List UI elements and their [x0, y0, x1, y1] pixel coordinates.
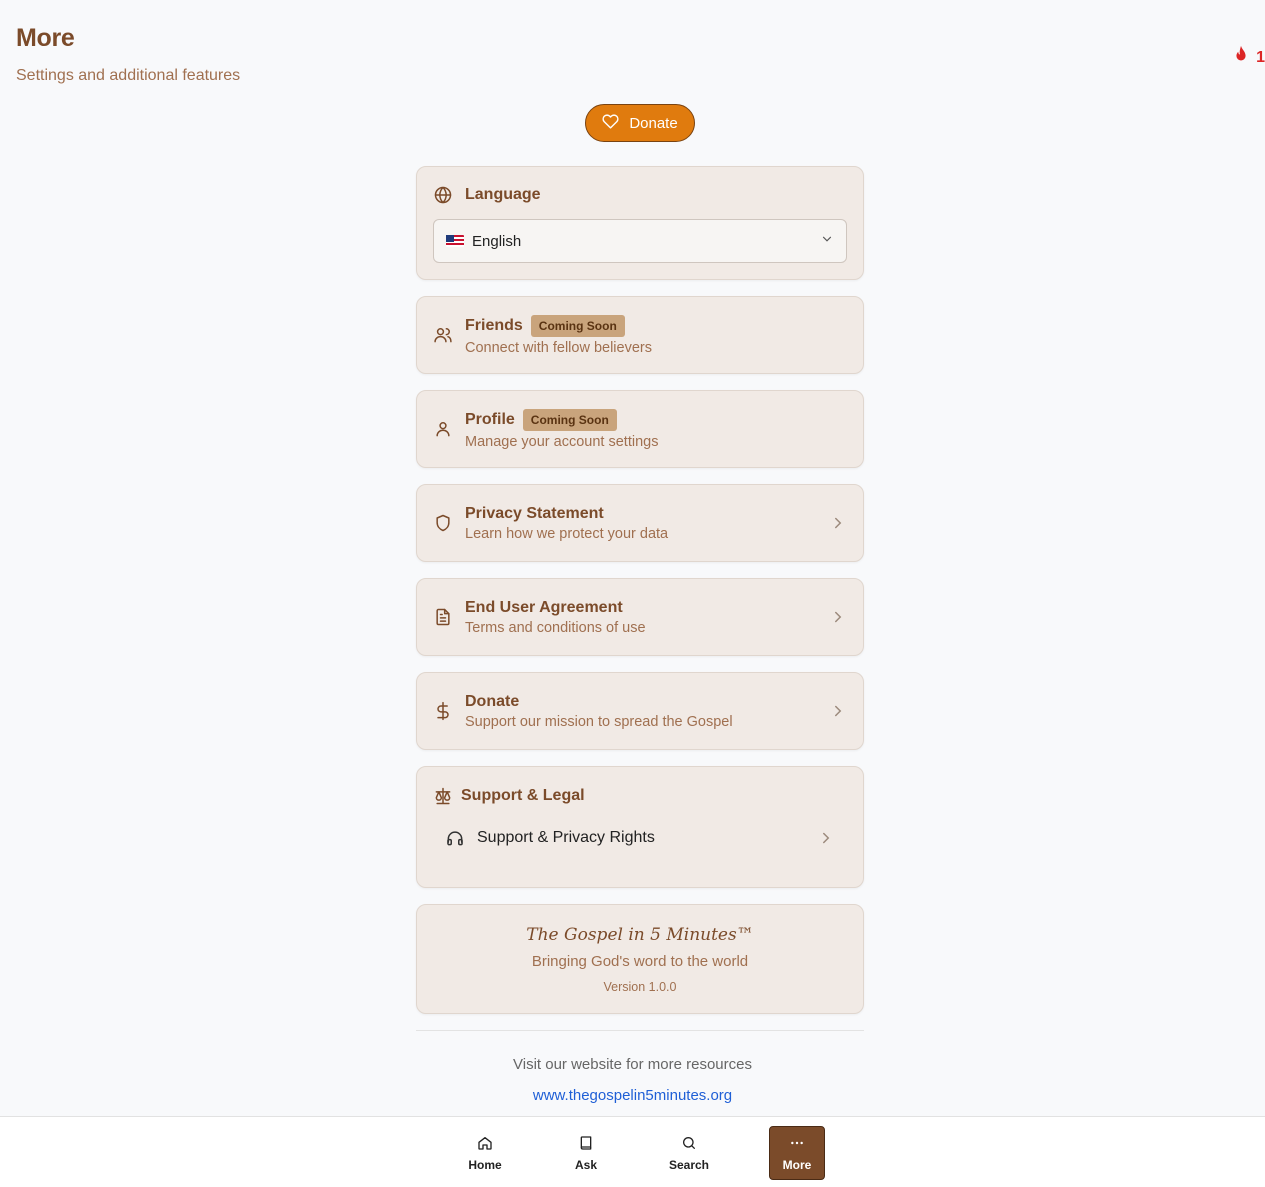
nav-more[interactable]: More: [769, 1126, 825, 1180]
home-icon: [477, 1135, 493, 1154]
coming-soon-badge: Coming Soon: [530, 314, 625, 337]
language-title: Language: [465, 186, 541, 203]
document-icon: [433, 607, 453, 627]
donate-button[interactable]: Donate: [585, 104, 695, 142]
chevron-right-icon: [817, 829, 835, 847]
website-link[interactable]: www.thegospelin5minutes.org: [0, 1087, 1265, 1104]
support-legal-card: Support & Legal Support & Privacy Rights: [416, 766, 864, 888]
scale-icon: [433, 786, 453, 806]
language-card: Language English: [416, 166, 864, 280]
bottom-nav: Home Ask Search More: [0, 1116, 1265, 1187]
chevron-right-icon: [829, 608, 847, 626]
headphones-icon: [445, 828, 465, 848]
about-card: The Gospel in 5 Minutes™ Bringing God's …: [416, 904, 864, 1014]
page-title: More: [16, 24, 75, 52]
visit-text: Visit our website for more resources: [513, 1056, 752, 1073]
support-legal-title: Support & Legal: [461, 787, 585, 804]
friends-desc: Connect with fellow believers: [465, 339, 652, 356]
coming-soon-badge: Coming Soon: [522, 408, 617, 431]
donate-card-title: Donate: [465, 692, 520, 710]
privacy-statement-card[interactable]: Privacy Statement Learn how we protect y…: [416, 484, 864, 562]
chevron-down-icon: [820, 232, 834, 250]
donate-card-desc: Support our mission to spread the Gospel: [465, 713, 733, 730]
dollar-icon: [433, 701, 453, 721]
friends-title: Friends: [465, 316, 523, 334]
flame-icon: [1230, 44, 1252, 71]
streak-counter[interactable]: 1: [1230, 44, 1265, 71]
friends-card: Friends Coming Soon Connect with fellow …: [416, 296, 864, 374]
users-icon: [433, 325, 453, 345]
more-icon: [789, 1135, 805, 1154]
donate-button-label: Donate: [629, 114, 678, 132]
shield-icon: [433, 513, 453, 533]
nav-ask[interactable]: Ask: [558, 1126, 614, 1180]
us-flag-icon: [446, 235, 464, 247]
chevron-right-icon: [829, 702, 847, 720]
support-privacy-rights-label: Support & Privacy Rights: [477, 829, 655, 846]
chevron-right-icon: [829, 514, 847, 532]
heart-icon: [602, 113, 619, 134]
donate-card[interactable]: Donate Support our mission to spread the…: [416, 672, 864, 750]
app-version: Version 1.0.0: [603, 980, 677, 994]
agreement-title: End User Agreement: [465, 598, 623, 616]
nav-ask-label: Ask: [574, 1157, 597, 1172]
profile-desc: Manage your account settings: [465, 433, 659, 450]
search-icon: [681, 1135, 697, 1154]
brand-name: The Gospel in 5 Minutes™: [526, 925, 754, 945]
divider: [416, 1030, 864, 1031]
nav-search[interactable]: Search: [661, 1126, 717, 1180]
privacy-desc: Learn how we protect your data: [465, 525, 669, 542]
page-header: More Settings and additional features: [16, 24, 240, 85]
support-privacy-rights-item[interactable]: Support & Privacy Rights: [417, 818, 863, 858]
streak-count: 1: [1256, 48, 1265, 66]
language-select[interactable]: English: [433, 219, 847, 263]
book-icon: [578, 1135, 594, 1154]
nav-more-label: More: [782, 1157, 812, 1172]
agreement-desc: Terms and conditions of use: [465, 619, 646, 636]
profile-card: Profile Coming Soon Manage your account …: [416, 390, 864, 468]
nav-home-label: Home: [468, 1157, 502, 1172]
nav-home[interactable]: Home: [457, 1126, 513, 1180]
globe-icon: [433, 185, 453, 205]
privacy-title: Privacy Statement: [465, 504, 604, 522]
nav-search-label: Search: [668, 1157, 710, 1172]
end-user-agreement-card[interactable]: End User Agreement Terms and conditions …: [416, 578, 864, 656]
page-subtitle: Settings and additional features: [16, 67, 241, 84]
language-selected: English: [472, 232, 522, 250]
user-icon: [433, 419, 453, 439]
tagline: Bringing God's word to the world: [531, 953, 749, 970]
profile-title: Profile: [465, 410, 515, 428]
